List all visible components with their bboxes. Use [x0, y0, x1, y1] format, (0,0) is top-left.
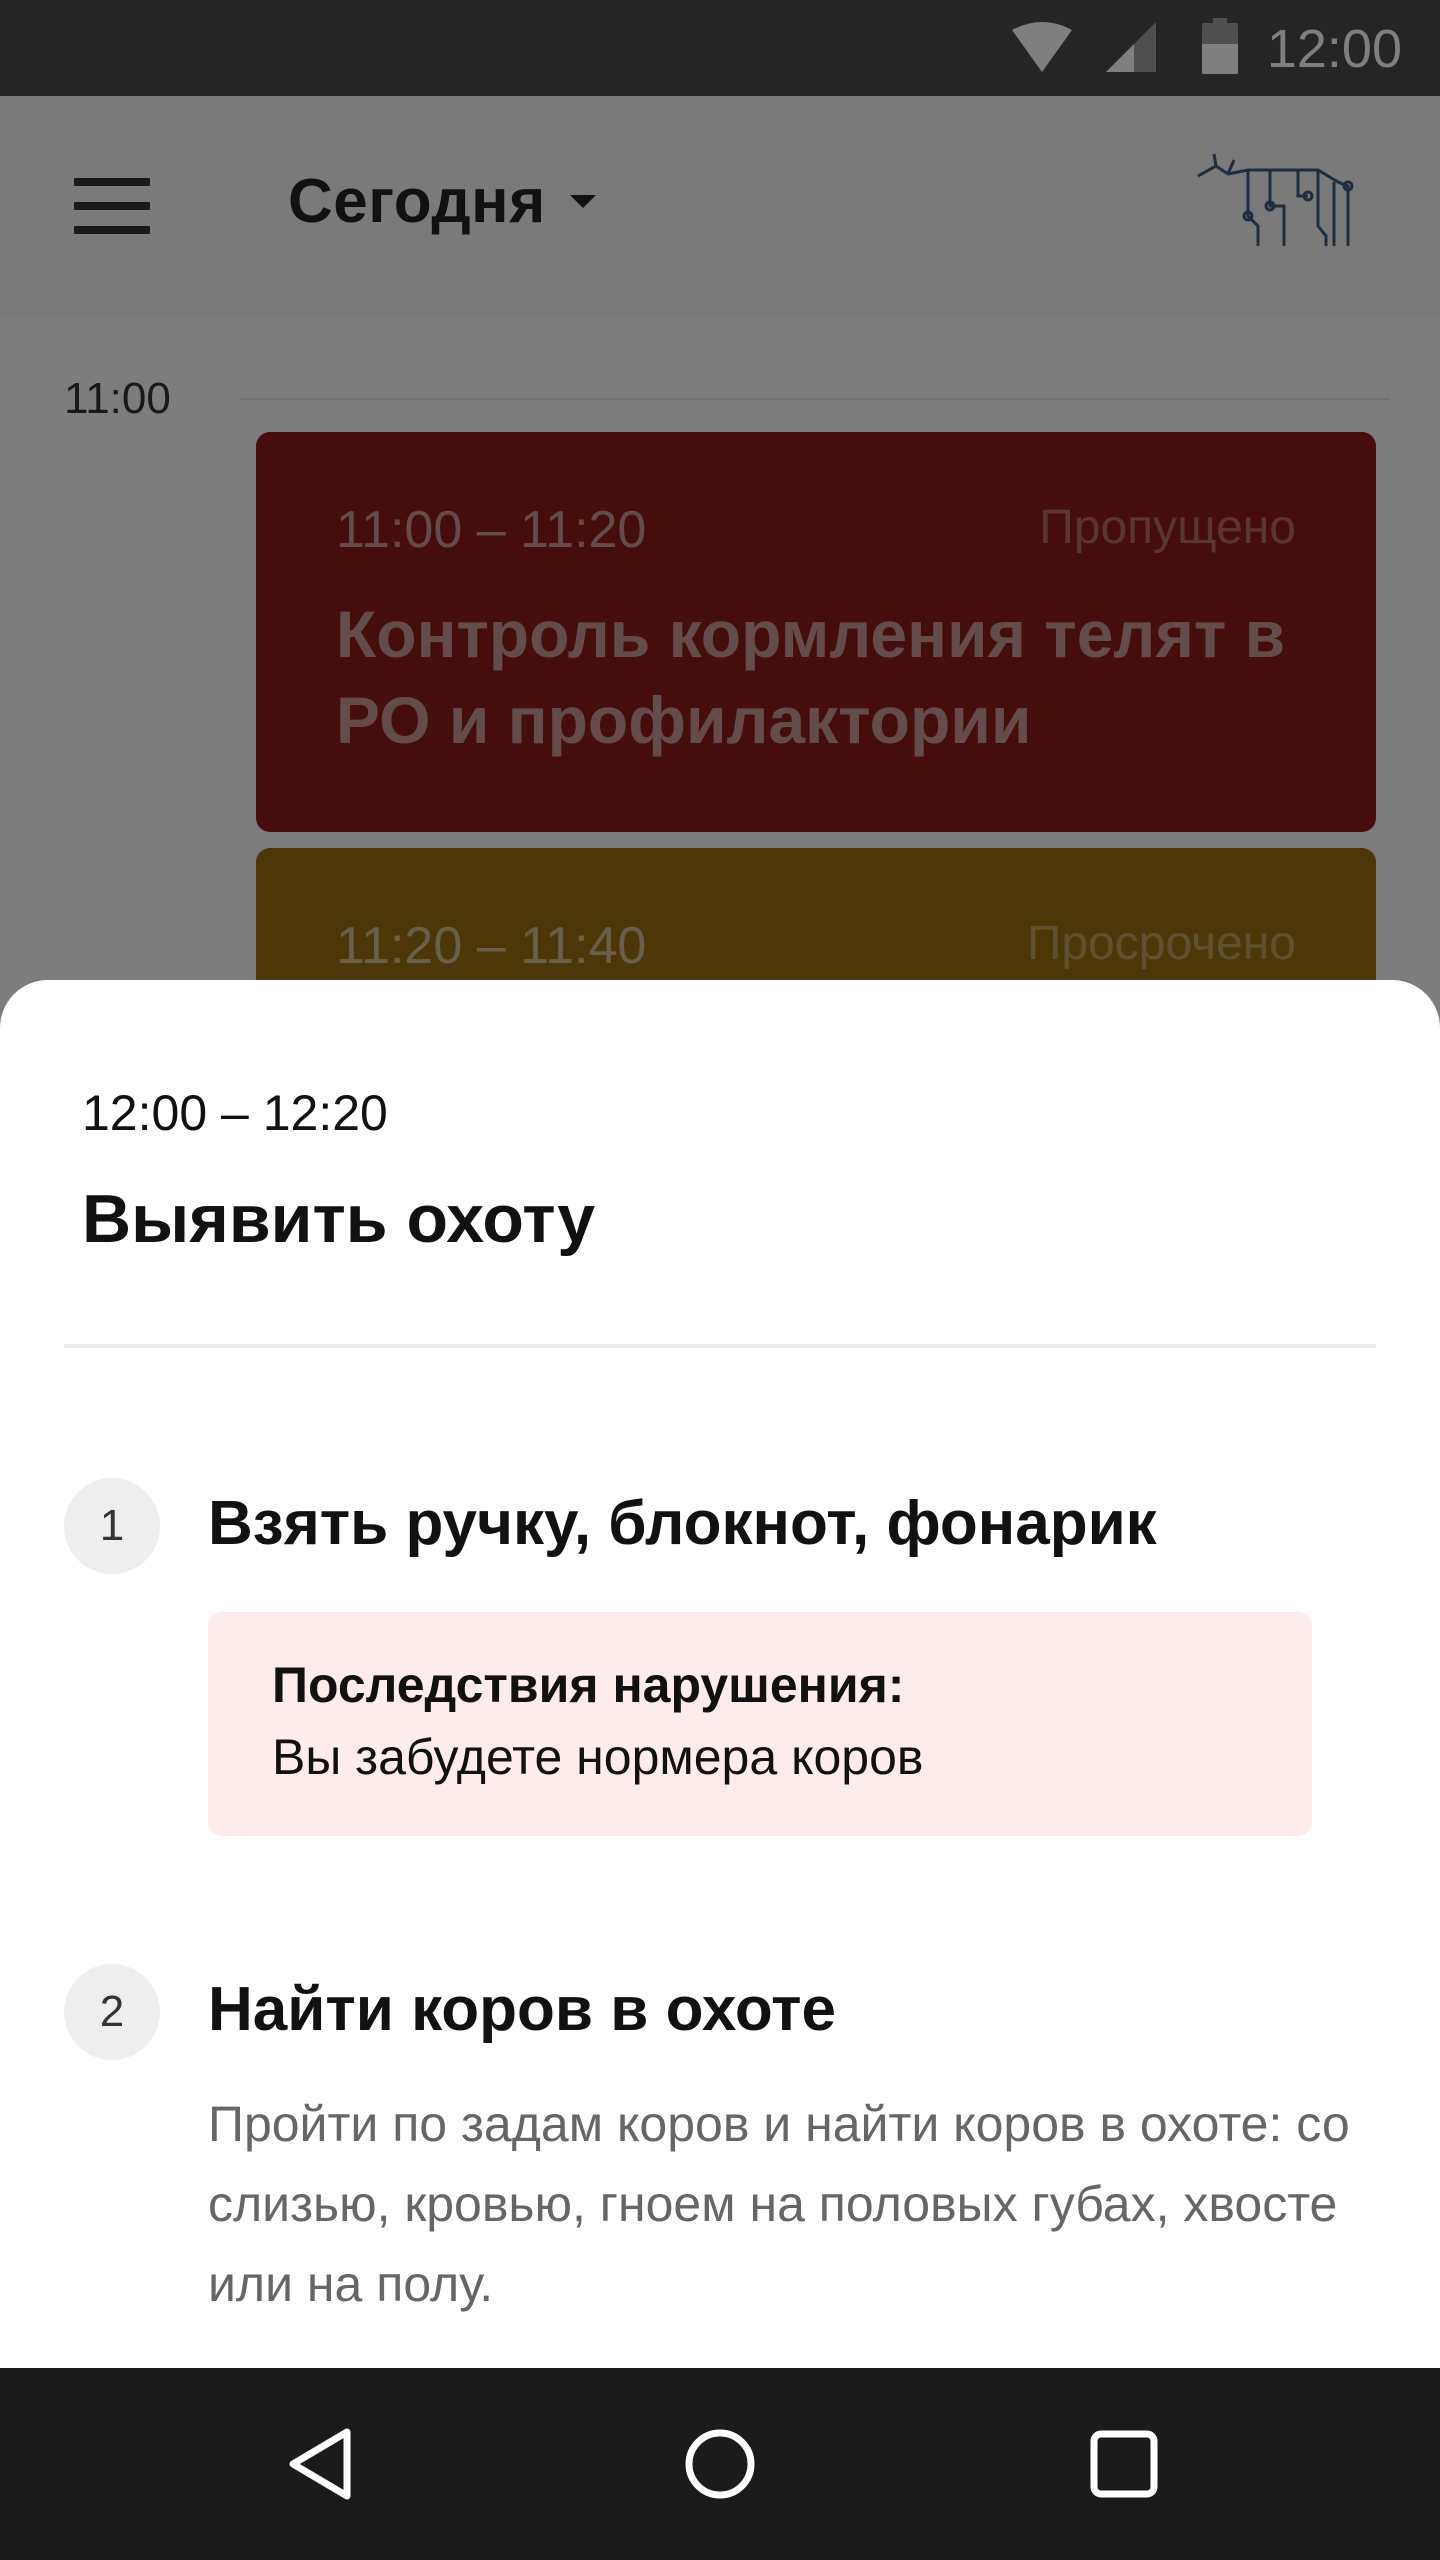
- task-detail-sheet: 12:00 – 12:20 Выявить охоту 1 Взять ручк…: [0, 980, 1440, 2370]
- warning-title: Последствия нарушения:: [272, 1657, 905, 1713]
- step-number-badge: 2: [64, 1964, 160, 2060]
- sheet-task-time: 12:00 – 12:20: [82, 1085, 388, 1141]
- step-title: Найти коров в охоте: [208, 1975, 837, 2044]
- sheet-divider: [64, 1344, 1376, 1348]
- violation-warning-box: Последствия нарушения: Вы забудете норме…: [208, 1612, 1312, 1836]
- system-nav-bar: [0, 2368, 1440, 2560]
- step-number-badge: 1: [64, 1478, 160, 1574]
- home-icon[interactable]: [680, 2424, 760, 2504]
- recents-icon[interactable]: [1084, 2424, 1164, 2504]
- warning-text: Вы забудете нормера коров: [272, 1729, 924, 1785]
- back-icon[interactable]: [280, 2424, 360, 2504]
- step-title: Взять ручку, блокнот, фонарик: [208, 1489, 1157, 1558]
- sheet-task-title: Выявить охоту: [82, 1181, 596, 1257]
- step-description: Пройти по задам коров и найти коров в ох…: [208, 2096, 1350, 2312]
